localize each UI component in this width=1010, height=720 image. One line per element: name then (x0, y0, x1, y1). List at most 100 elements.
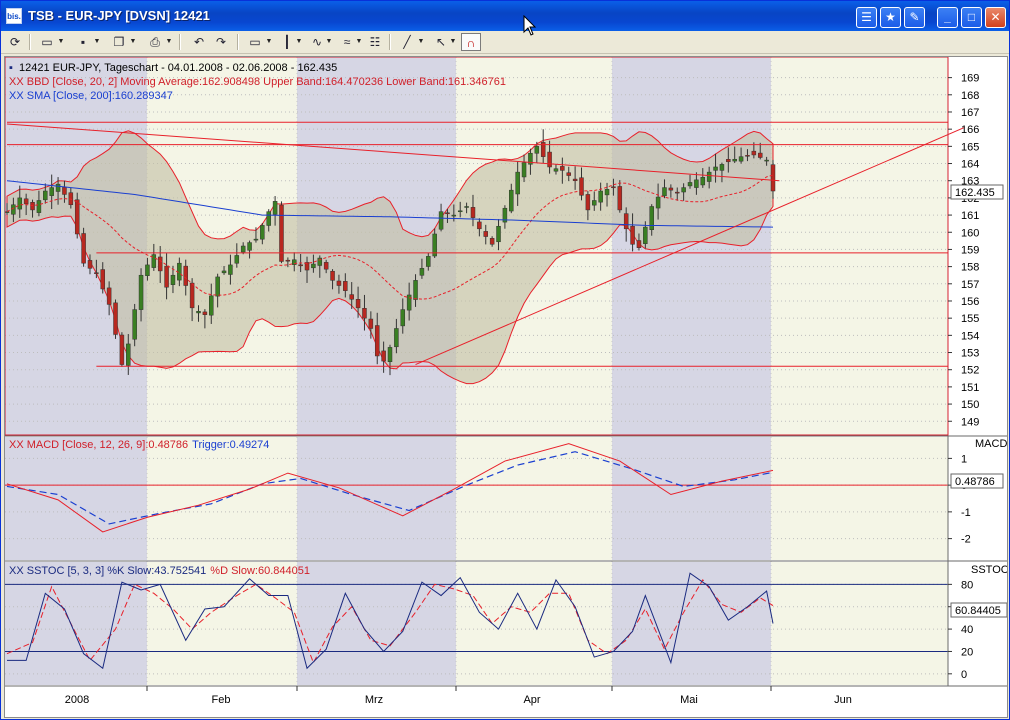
candle-body (496, 225, 501, 243)
candle-body (113, 302, 118, 335)
candle-body (100, 269, 105, 290)
candle-body (770, 164, 776, 192)
candle-body (368, 318, 374, 329)
candle-body (164, 265, 169, 288)
chart-edit-button[interactable]: ✎ (904, 7, 925, 28)
window-title: TSB - EUR-JPY [DVSN] 12421 (28, 8, 210, 23)
candle-body (260, 225, 265, 240)
x-axis-label-2: Mrz (365, 694, 383, 706)
title-bar[interactable]: bis. TSB - EUR-JPY [DVSN] 12421 ☰ ★ ✎ _ … (1, 1, 1009, 31)
favorites-button[interactable]: ★ (880, 7, 901, 28)
month-shade-4-panel-0 (612, 57, 771, 435)
legend-bbd: XX BBD [Close, 20, 2] Moving Average:162… (9, 76, 506, 88)
chart-canvas[interactable]: 149 150 151 152 153 154 155 156 157 158 159 160 161 1… (5, 57, 1008, 718)
candle-body (413, 280, 418, 300)
candle-body (662, 187, 667, 197)
sstoc-last-value: 60.84405 (955, 605, 1001, 617)
tile-windows-button[interactable]: ☰ (856, 7, 877, 28)
candle-body (132, 309, 137, 340)
candle-body (183, 265, 188, 286)
candle-body (49, 187, 54, 196)
toolbar-separator (389, 34, 391, 50)
candle-body (687, 182, 693, 187)
candle-body (643, 226, 648, 244)
candle-body (387, 347, 393, 362)
y-tick-label-0-160: 160 (961, 227, 979, 239)
toolbar: ⟳ ▭ ▼ ▪ ▼ ❐ ▼ ⎙ ▼ ↶ ↷ ▭ ▼ ┃ ▼ ∿ ▼ ≈ ▼ ☷ … (1, 31, 1009, 54)
candle-body (81, 233, 86, 264)
month-shade-1-panel-1 (147, 437, 297, 560)
candle-body (36, 200, 42, 213)
candle-body (585, 194, 591, 211)
month-shade-5-panel-1 (771, 437, 948, 560)
candle-icon[interactable]: ┃ (277, 33, 297, 51)
chart-type-icon[interactable]: ▭ (245, 33, 265, 51)
print-dropdown-icon[interactable]: ▼ (165, 33, 173, 51)
candle-body (732, 158, 737, 162)
last-price-label: 162.435 (955, 187, 995, 199)
maximize-button[interactable]: □ (961, 7, 982, 28)
y-tick-label-0-155: 155 (961, 313, 979, 325)
copy-icon[interactable]: ❐ (109, 33, 129, 51)
candle-body (126, 343, 131, 366)
candle-body (751, 150, 757, 156)
redo-icon[interactable]: ↷ (211, 33, 231, 51)
candle-body (521, 162, 527, 178)
candle-body (649, 206, 654, 230)
y-tick-label-0-156: 156 (961, 296, 979, 308)
candle-body (515, 171, 520, 195)
pointer-icon[interactable]: ↖ (431, 33, 451, 51)
candle-dropdown-icon[interactable]: ▼ (295, 33, 303, 51)
candle-body (221, 270, 227, 274)
copy-dropdown-icon[interactable]: ▼ (129, 33, 137, 51)
macd-legend-trigger: Trigger:0.49274 (192, 439, 269, 451)
candle-body (489, 238, 495, 245)
open-folder-icon[interactable]: ▭ (37, 33, 57, 51)
candle-body (630, 225, 635, 245)
properties-icon[interactable]: ☷ (365, 33, 385, 51)
y-tick-label-0-159: 159 (961, 244, 979, 256)
minimize-button[interactable]: _ (937, 7, 958, 28)
candle-body (189, 282, 195, 309)
chart-area[interactable]: 149 150 151 152 153 154 155 156 157 158 159 160 161 1… (4, 56, 1008, 718)
magnet-icon[interactable]: ∩ (461, 33, 481, 51)
y-tick-label-0-166: 166 (961, 124, 979, 136)
compare-icon[interactable]: ≈ (337, 33, 357, 51)
candle-body (381, 350, 386, 362)
sstoc-legend: XX SSTOC [5, 3, 3] %K Slow:43.752541 %D S… (9, 565, 310, 577)
indicator-icon[interactable]: ∿ (307, 33, 327, 51)
draw-line-icon[interactable]: ╱ (397, 33, 417, 51)
y-tick-label-0-153: 153 (961, 348, 979, 360)
candle-body (604, 189, 610, 196)
y-tick-label-1--1: -1 (961, 507, 971, 519)
mouse-cursor-icon (523, 15, 537, 36)
candle-body (655, 196, 661, 209)
pointer-dropdown-icon[interactable]: ▼ (449, 33, 457, 51)
candle-body (706, 171, 712, 182)
refresh-icon[interactable]: ⟳ (5, 33, 25, 51)
print-icon[interactable]: ⎙ (145, 33, 165, 51)
save-icon[interactable]: ▪ (73, 33, 93, 51)
month-shade-0-panel-2 (5, 562, 147, 685)
indicator-dropdown-icon[interactable]: ▼ (325, 33, 333, 51)
candle-body (394, 328, 399, 348)
close-button[interactable]: ✕ (985, 7, 1006, 28)
save-dropdown-icon[interactable]: ▼ (93, 33, 101, 51)
draw-line-dropdown-icon[interactable]: ▼ (417, 33, 425, 51)
candle-body (374, 325, 380, 357)
chart-type-dropdown-icon[interactable]: ▼ (265, 33, 273, 51)
chart-title: 12421 EUR-JPY, Tageschart - 04.01.2008 -… (19, 62, 337, 74)
open-dropdown-icon[interactable]: ▼ (57, 33, 65, 51)
candle-body (457, 210, 463, 213)
undo-icon[interactable]: ↶ (189, 33, 209, 51)
y-tick-label-2-80: 80 (961, 579, 973, 591)
candle-body (170, 274, 176, 285)
candle-body (547, 151, 552, 168)
macd-last-value: 0.48786 (955, 476, 995, 488)
candle-body (157, 256, 163, 272)
candle-body (719, 164, 725, 171)
candle-body (572, 178, 578, 181)
compare-dropdown-icon[interactable]: ▼ (355, 33, 363, 51)
candle-body (438, 211, 444, 230)
y-tick-label-0-161: 161 (961, 210, 979, 222)
